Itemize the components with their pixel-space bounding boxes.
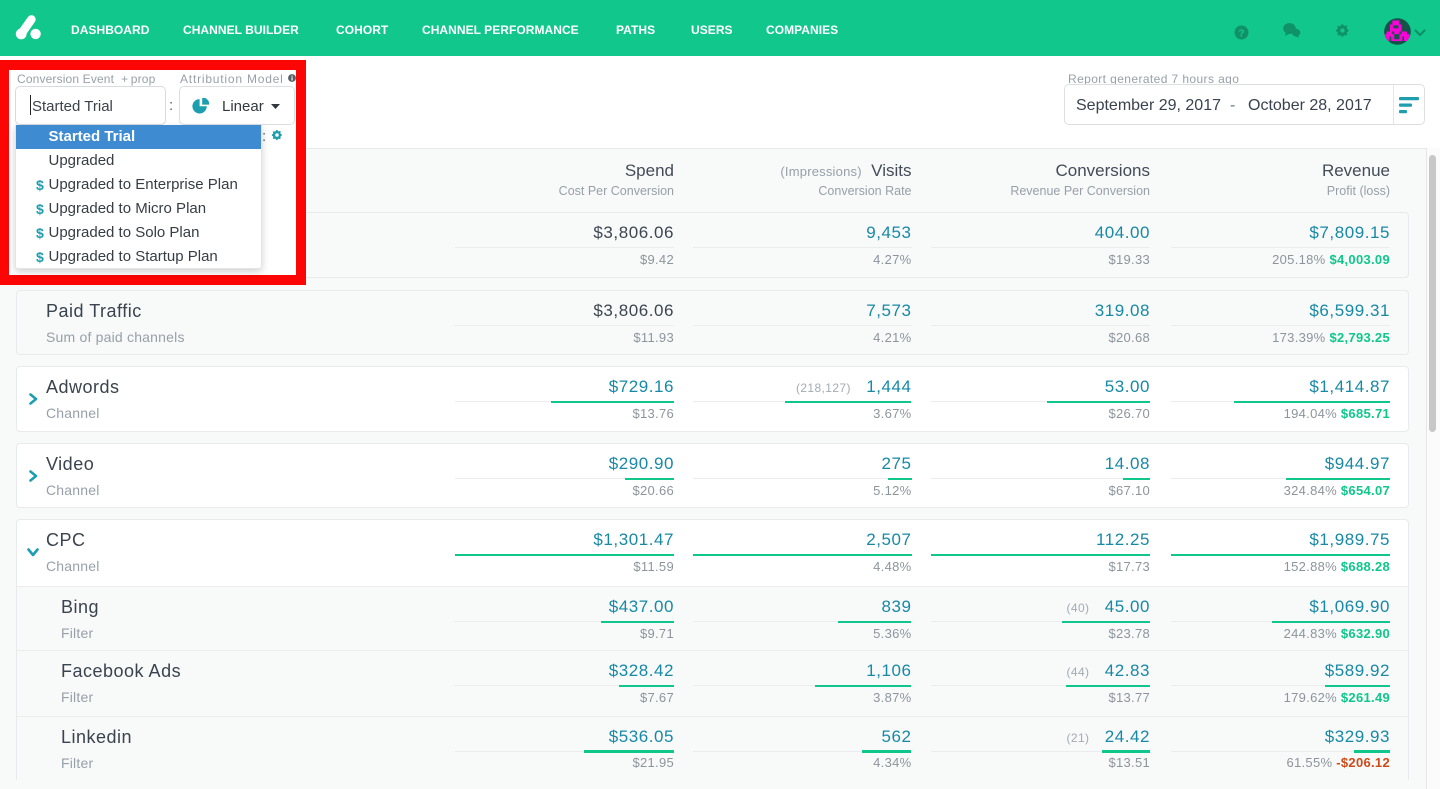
svg-text:?: ? bbox=[1238, 27, 1244, 39]
